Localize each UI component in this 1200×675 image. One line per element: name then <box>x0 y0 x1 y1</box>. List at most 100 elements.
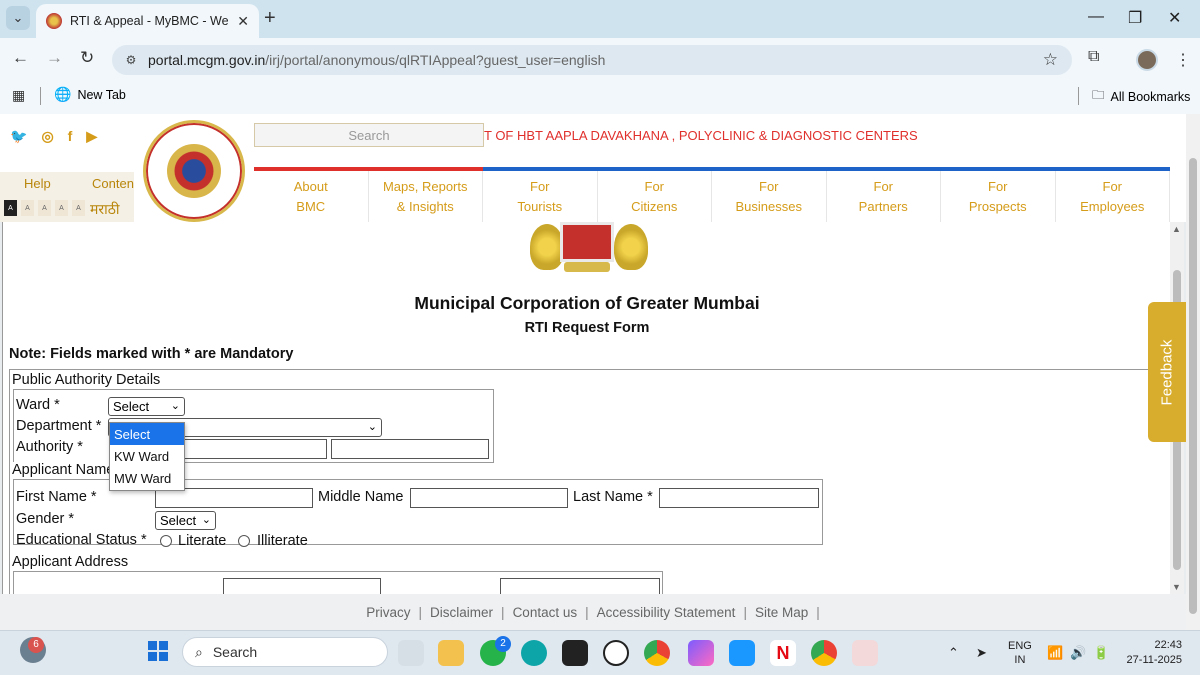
reload-icon[interactable]: ↻ <box>80 48 94 68</box>
public-authority-legend: Public Authority Details <box>12 372 161 388</box>
font-size-button[interactable]: A <box>72 200 85 216</box>
netflix-icon[interactable]: N <box>770 640 796 666</box>
snipping-tool-icon[interactable] <box>852 640 878 666</box>
footer-link-accessibility[interactable]: Accessibility Statement <box>597 605 736 620</box>
back-icon[interactable]: ← <box>12 48 29 68</box>
middle-name-label: Middle Name <box>318 489 404 505</box>
gender-select[interactable]: Select ⌄ <box>155 511 216 530</box>
clock[interactable]: 22:43 27-11-2025 <box>1120 638 1182 668</box>
bmc-logo[interactable] <box>143 120 245 222</box>
nav-item-prospects[interactable]: For Prospects <box>941 171 1056 222</box>
ward-select[interactable]: Select ⌄ <box>108 397 185 416</box>
last-name-field[interactable] <box>659 488 819 508</box>
news-ticker[interactable]: T OF HBT AAPLA DAVAKHANA , POLYCLINIC & … <box>484 128 918 143</box>
font-size-button[interactable]: A <box>21 200 34 216</box>
restore-icon[interactable]: ❐ <box>1128 8 1142 28</box>
emblem-ornament <box>614 224 648 270</box>
marathi-language-link[interactable]: मराठी <box>90 200 119 219</box>
footer-link-privacy[interactable]: Privacy <box>366 605 410 620</box>
tab-search-button[interactable]: ⌄ <box>6 6 30 30</box>
globe-icon: 🌐 <box>54 86 72 102</box>
footer-link-disclaimer[interactable]: Disclaimer <box>430 605 493 620</box>
chrome-icon[interactable] <box>644 640 670 666</box>
font-size-button[interactable]: A <box>55 200 68 216</box>
menu-kebab-icon[interactable]: ⋮ <box>1175 50 1191 70</box>
chatgpt-icon[interactable] <box>603 640 629 666</box>
copilot-icon[interactable] <box>521 640 547 666</box>
authority-label: Authority * <box>16 439 83 455</box>
apps-grid-icon[interactable]: ▦ <box>12 87 25 104</box>
authority-field-2[interactable] <box>331 439 489 459</box>
bookmark-new-tab[interactable]: 🌐 New Tab <box>54 86 126 103</box>
nav-item-maps-reports[interactable]: Maps, Reports & Insights <box>369 171 483 222</box>
new-tab-button[interactable]: + <box>264 8 276 28</box>
perplexity-icon[interactable] <box>562 640 588 666</box>
youtube-icon[interactable]: ▶ <box>86 128 97 145</box>
close-window-icon[interactable]: ✕ <box>1168 8 1181 28</box>
volume-icon[interactable]: 🔊 <box>1070 645 1086 661</box>
extensions-icon[interactable]: ⧉ <box>1088 48 1099 66</box>
gemini-icon[interactable] <box>688 640 714 666</box>
minimize-icon[interactable]: — <box>1088 8 1104 26</box>
language-indicator[interactable]: ENG IN <box>1008 639 1032 667</box>
chevron-down-icon: ⌄ <box>12 10 24 25</box>
chevron-down-icon: ⌄ <box>170 400 180 412</box>
nav-item-citizens[interactable]: For Citizens <box>598 171 712 222</box>
site-search-input[interactable]: Search <box>254 123 484 147</box>
active-tab[interactable]: RTI & Appeal - MyBMC - Welco ✕ <box>36 4 259 38</box>
chevron-up-icon[interactable]: ⌃ <box>948 645 959 661</box>
close-tab-icon[interactable]: ✕ <box>237 13 249 30</box>
ward-option[interactable]: KW Ward <box>110 445 184 467</box>
all-bookmarks-label: All Bookmarks <box>1110 89 1191 104</box>
scroll-up-icon[interactable]: ▲ <box>1172 224 1181 234</box>
folder-icon: 🗀 <box>1092 88 1105 102</box>
location-icon[interactable]: ➤ <box>976 645 987 661</box>
taskbar-search[interactable]: ⌕ Search <box>182 637 388 667</box>
scrollbar-thumb[interactable] <box>1189 158 1197 614</box>
content-link[interactable]: Conten <box>92 176 134 191</box>
first-name-field[interactable] <box>155 488 313 508</box>
twitter-icon[interactable]: 🐦 <box>10 128 27 145</box>
widgets-badge: 6 <box>28 637 44 653</box>
ward-option[interactable]: MW Ward <box>110 467 184 489</box>
applicant-name-legend: Applicant Name <box>12 462 115 478</box>
scroll-down-icon[interactable]: ▼ <box>1172 582 1181 592</box>
profile-avatar[interactable] <box>1136 49 1158 71</box>
prime-video-icon[interactable] <box>729 640 755 666</box>
battery-icon[interactable]: 🔋 <box>1093 645 1109 661</box>
search-icon: ⌕ <box>195 643 203 660</box>
file-explorer-icon[interactable] <box>438 640 464 666</box>
all-bookmarks-button[interactable]: 🗀 All Bookmarks <box>1092 86 1190 107</box>
nav-item-businesses[interactable]: For Businesses <box>712 171 827 222</box>
footer-link-sitemap[interactable]: Site Map <box>755 605 808 620</box>
illiterate-radio[interactable] <box>238 535 250 547</box>
chrome-profile-icon[interactable] <box>811 640 837 666</box>
page-scrollbar[interactable] <box>1186 114 1200 630</box>
bookmark-star-icon[interactable]: ☆ <box>1043 50 1058 70</box>
instagram-icon[interactable]: ◎ <box>41 128 53 145</box>
task-view-icon[interactable] <box>398 640 424 666</box>
nav-item-about-bmc[interactable]: About BMC <box>254 171 369 222</box>
site-info-icon[interactable]: ⚙ <box>122 51 140 69</box>
facebook-icon[interactable]: f <box>68 128 73 145</box>
site-footer: Privacy | Disclaimer | Contact us | Accessi… <box>0 594 1186 630</box>
authority-field[interactable] <box>173 439 327 459</box>
footer-link-contact[interactable]: Contact us <box>513 605 578 620</box>
nav-item-employees[interactable]: For Employees <box>1056 171 1170 222</box>
font-size-button[interactable]: A <box>38 200 51 216</box>
emblem-base <box>564 262 610 272</box>
nav-item-partners[interactable]: For Partners <box>827 171 941 222</box>
middle-name-field[interactable] <box>410 488 568 508</box>
address-bar[interactable]: ⚙ portal.mcgm.gov.in/irj/portal/anonymou… <box>112 45 1072 75</box>
ward-option[interactable]: Select <box>110 423 184 445</box>
wifi-icon[interactable]: 📶 <box>1047 645 1063 661</box>
forward-icon[interactable]: → <box>46 48 63 68</box>
font-size-button[interactable]: A <box>4 200 17 216</box>
start-button[interactable] <box>148 641 168 661</box>
nav-item-tourists[interactable]: For Tourists <box>483 171 598 222</box>
form-title: RTI Request Form <box>524 320 650 336</box>
literate-radio[interactable] <box>160 535 172 547</box>
url-text: portal.mcgm.gov.in/irj/portal/anonymous/… <box>148 52 606 68</box>
help-link[interactable]: Help <box>24 176 51 191</box>
feedback-tab[interactable]: Feedback <box>1148 302 1186 442</box>
